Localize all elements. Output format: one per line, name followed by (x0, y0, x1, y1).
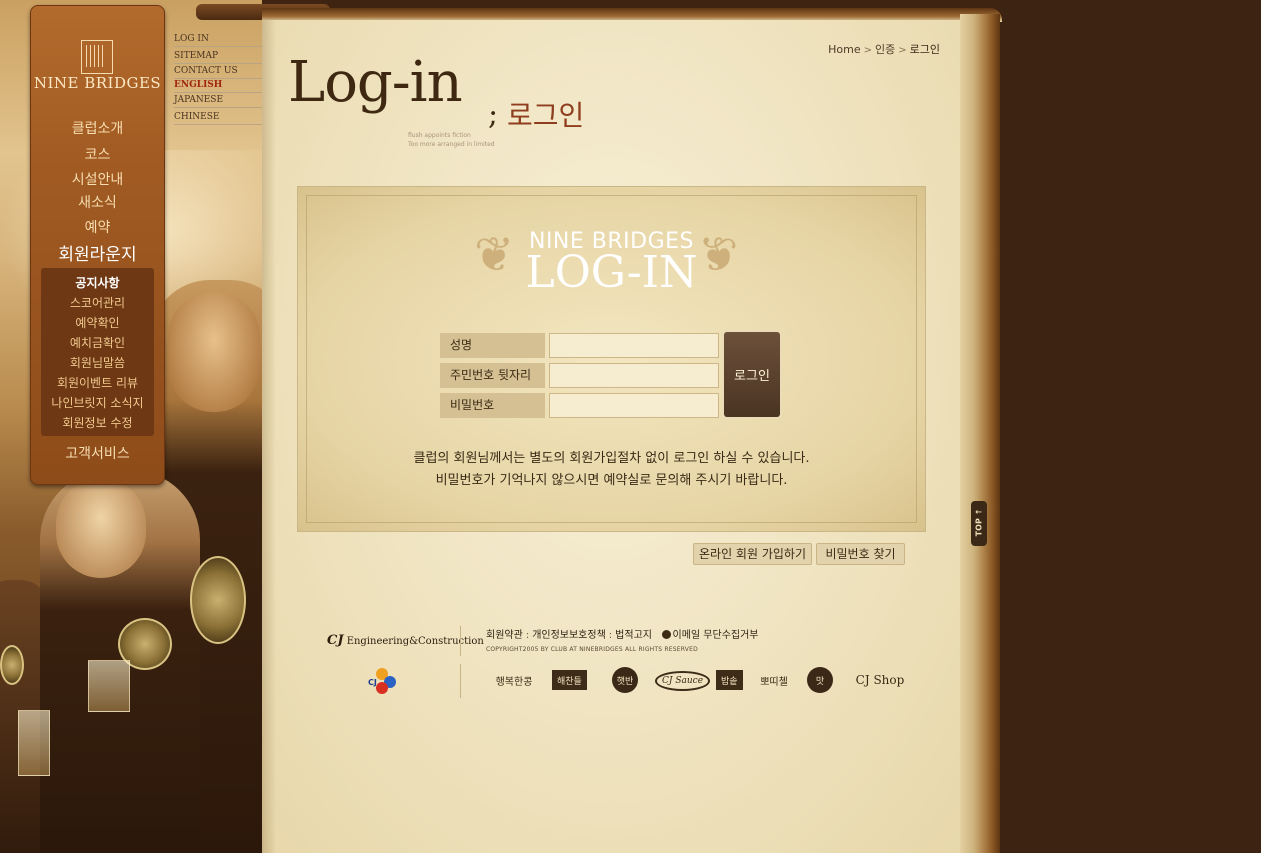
brand-haechandle[interactable]: 해찬들 (552, 670, 587, 690)
brand-cj-sauce[interactable]: CJ Sauce (655, 671, 711, 691)
nav-item-course[interactable]: 코스 (31, 144, 164, 164)
privacy-link[interactable]: 개인정보보호정책 (532, 630, 606, 641)
sub-nav-deposit[interactable]: 예치금확인 (41, 334, 154, 351)
footer-divider (460, 626, 461, 656)
top-link-english[interactable]: ENGLISH (174, 80, 264, 93)
top-link-chinese[interactable]: CHINESE (174, 112, 264, 125)
brand-mat[interactable]: 맛 (807, 667, 833, 693)
sub-nav-member-voice[interactable]: 회원님말씀 (41, 354, 154, 371)
bridge-logo-icon (81, 40, 113, 74)
breadcrumb-home[interactable]: Home (828, 43, 860, 56)
password-input[interactable] (549, 393, 719, 418)
breadcrumb-auth[interactable]: 인증 (875, 43, 895, 56)
sub-navigation: 공지사항 스코어관리 예약확인 예치금확인 회원님말씀 회원이벤트 리뷰 나인브… (41, 268, 154, 436)
terms-link[interactable]: 회원약관 (486, 630, 523, 641)
top-link-japanese[interactable]: JAPANESE (174, 95, 264, 108)
top-link-login[interactable]: LOG IN (174, 34, 264, 47)
breadcrumb: Home > 인증 > 로그인 (800, 41, 940, 57)
brand-happy-bean[interactable]: 행복한콩 (486, 667, 542, 693)
title-caption-line1: flush appoints fiction (408, 132, 471, 139)
email-block-icon (661, 630, 671, 639)
sub-nav-member-info[interactable]: 회원정보 수정 (41, 414, 154, 431)
find-password-button[interactable]: 비밀번호 찾기 (816, 543, 905, 565)
copyright: COPYRIGHT2005 BY CLUB AT NINEBRIDGES ALL… (486, 646, 698, 653)
nav-item-reservation[interactable]: 예약 (31, 217, 164, 237)
main-navigation: NINE BRIDGES 클럽소개 코스 시설안내 새소식 예약 회원라운지 공… (30, 5, 165, 485)
page-title-korean: 로그인 (507, 99, 585, 132)
brand-rice-cooker[interactable]: 밥솥 (716, 670, 743, 690)
top-link-sitemap[interactable]: SITEMAP (174, 51, 264, 64)
name-label: 성명 (440, 333, 545, 358)
breadcrumb-separator: > (898, 45, 907, 56)
nav-item-news[interactable]: 새소식 (31, 192, 164, 212)
book-page-edges (960, 14, 1000, 853)
ssn-input[interactable] (549, 363, 719, 388)
page-title: Log-in (288, 50, 463, 115)
brand-cj-shop[interactable]: CJ Shop (850, 667, 910, 693)
page-gutter-shadow (262, 20, 276, 853)
join-button[interactable]: 온라인 회원 가입하기 (693, 543, 812, 565)
login-title: LOG-IN (525, 247, 698, 298)
outer-background (1000, 0, 1261, 853)
login-button[interactable]: 로그인 (724, 332, 780, 417)
top-link-contact[interactable]: CONTACT US (174, 66, 264, 79)
breadcrumb-separator: > (863, 45, 872, 56)
nav-item-member-lounge[interactable]: 회원라운지 (31, 240, 164, 265)
cj-mark: CJ (327, 633, 344, 648)
nav-item-facilities[interactable]: 시설안내 (31, 169, 164, 189)
email-refusal-link[interactable]: 이메일 무단수집거부 (673, 630, 759, 641)
scroll-top-label: TOP ↑ (974, 508, 984, 537)
legal-link[interactable]: 법적고지 (615, 630, 652, 641)
footer-links: 회원약관: 개인정보보호정책: 법적고지 이메일 무단수집거부 (486, 626, 759, 641)
page-title-semicolon: ; (488, 97, 499, 132)
ssn-label: 주민번호 뒷자리 (440, 363, 545, 388)
sub-nav-reservation-check[interactable]: 예약확인 (41, 314, 154, 331)
sub-nav-newsletter[interactable]: 나인브릿지 소식지 (41, 394, 154, 411)
brand-petitzel[interactable]: 뽀띠첼 (757, 667, 791, 693)
cj-enc-name: Engineering&Construction (346, 636, 484, 647)
sub-nav-score[interactable]: 스코어관리 (41, 294, 154, 311)
page: NINE BRIDGES 클럽소개 코스 시설안내 새소식 예약 회원라운지 공… (0, 0, 1261, 853)
notice-line-2: 비밀번호가 기억나지 않으시면 예약실로 문의해 주시기 바랍니다. (435, 473, 788, 488)
password-label: 비밀번호 (440, 393, 545, 418)
login-panel: ❦ ❦ NINE BRIDGES LOG-IN 성명 주민번호 뒷자리 비밀번호… (297, 186, 926, 532)
title-caption-line2: Too more arranged in limited (408, 141, 495, 148)
scroll-top-button[interactable]: TOP ↑ (971, 501, 987, 546)
footer-link-separator: : (525, 630, 530, 641)
nav-item-club-intro[interactable]: 클럽소개 (31, 118, 164, 138)
breadcrumb-current: 로그인 (909, 43, 940, 56)
brand-hetbahn[interactable]: 햇반 (612, 667, 638, 693)
sub-nav-event-review[interactable]: 회원이벤트 리뷰 (41, 374, 154, 391)
nav-item-customer-service[interactable]: 고객서비스 (31, 443, 164, 463)
footer-link-separator: : (608, 630, 613, 641)
brand-logo-text[interactable]: NINE BRIDGES (31, 74, 164, 92)
cj-logo-text: CJ (368, 678, 377, 687)
notice-line-1: 클럽의 회원님께서는 별도의 회원가입절차 없이 로그인 하실 수 있습니다. (413, 451, 810, 466)
name-input[interactable] (549, 333, 719, 358)
cj-logo-icon: CJ (368, 668, 398, 698)
footer-divider (460, 664, 461, 698)
sub-nav-notices[interactable]: 공지사항 (41, 274, 154, 291)
title-caption: flush appoints fiction Too more arranged… (408, 131, 568, 149)
